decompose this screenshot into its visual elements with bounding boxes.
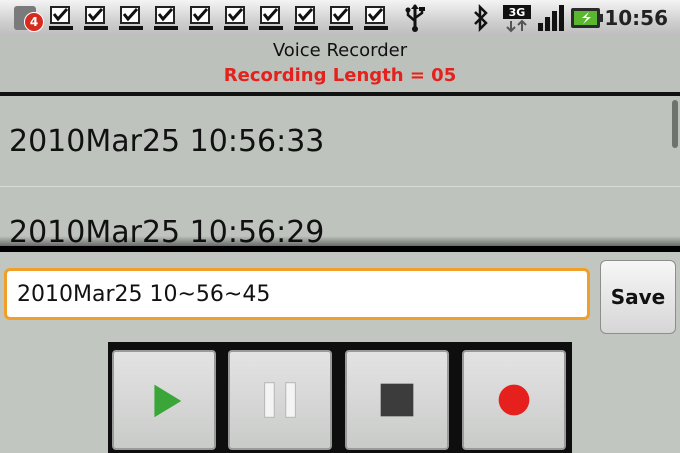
download-complete-icon [293, 4, 319, 32]
recording-length-label: Recording Length = 05 [223, 65, 457, 86]
stop-button[interactable] [345, 350, 449, 450]
download-complete-icon [223, 4, 249, 32]
stop-icon [380, 383, 414, 417]
download-complete-icon [48, 4, 74, 32]
download-complete-icon [258, 4, 284, 32]
bottom-panel: Save [0, 252, 680, 453]
record-button[interactable] [462, 350, 566, 450]
download-complete-icon [153, 4, 179, 32]
list-scrollbar[interactable] [672, 100, 678, 148]
pause-button[interactable] [228, 350, 332, 450]
3g-icon: 3G [502, 3, 532, 33]
pause-icon [264, 382, 296, 418]
battery-icon [570, 3, 604, 33]
clock: 10:56 [604, 6, 668, 30]
download-complete-icon [83, 4, 109, 32]
recordings-list[interactable]: 2010Mar25 10:56:33 2010Mar25 10:56:29 [0, 96, 680, 246]
3g-label: 3G [509, 6, 526, 19]
app-title: Voice Recorder [272, 40, 408, 61]
status-bar: 4 3G 10:56 [0, 0, 680, 37]
download-complete-icon [328, 4, 354, 32]
app-header: Voice Recorder Recording Length = 05 [0, 36, 680, 92]
save-button[interactable]: Save [600, 260, 676, 334]
recording-label: 2010Mar25 10:56:33 [9, 124, 325, 159]
playback-controls [108, 342, 572, 453]
play-icon [154, 384, 182, 418]
notification-count-badge: 4 [24, 12, 44, 32]
record-icon [498, 384, 530, 416]
play-button[interactable] [112, 350, 216, 450]
download-complete-icon [188, 4, 214, 32]
list-item[interactable]: 2010Mar25 10:56:33 [0, 96, 680, 187]
filename-input[interactable] [4, 268, 590, 320]
usb-icon [402, 3, 428, 33]
download-complete-icon [118, 4, 144, 32]
signal-icon [536, 3, 566, 33]
download-complete-icon [363, 4, 389, 32]
bluetooth-icon [470, 3, 492, 33]
